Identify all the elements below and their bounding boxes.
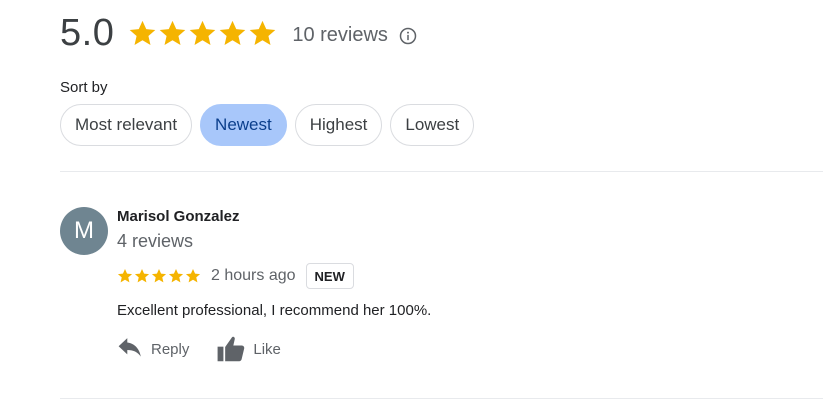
like-button[interactable]: Like bbox=[217, 336, 281, 362]
sort-chip-lowest[interactable]: Lowest bbox=[390, 104, 475, 146]
star-icon bbox=[151, 269, 167, 283]
review-meta: 2 hours ago NEW bbox=[117, 263, 354, 289]
review-stars bbox=[117, 268, 202, 284]
rating-summary: 5.0 10 reviews bbox=[60, 12, 417, 55]
sort-label: Sort by bbox=[60, 79, 108, 96]
star-icon bbox=[130, 20, 156, 45]
like-label: Like bbox=[253, 340, 281, 358]
divider bbox=[60, 398, 823, 399]
info-icon[interactable] bbox=[399, 27, 417, 45]
star-icon bbox=[160, 20, 186, 45]
avatar[interactable]: M bbox=[60, 207, 108, 255]
new-badge: NEW bbox=[305, 263, 354, 289]
divider bbox=[60, 171, 823, 172]
star-icon bbox=[134, 269, 150, 283]
sort-chip-newest[interactable]: Newest bbox=[200, 104, 287, 146]
sort-options: Most relevant Newest Highest Lowest bbox=[60, 104, 482, 146]
average-rating-stars bbox=[128, 19, 278, 48]
reply-label: Reply bbox=[151, 340, 190, 358]
sort-chip-most-relevant[interactable]: Most relevant bbox=[60, 104, 193, 146]
reviewer-name[interactable]: Marisol Gonzalez bbox=[117, 208, 240, 225]
average-rating: 5.0 bbox=[60, 12, 115, 54]
thumbs-up-icon bbox=[217, 336, 245, 362]
sort-chip-highest[interactable]: Highest bbox=[294, 104, 383, 146]
reviewer-review-count: 4 reviews bbox=[117, 231, 194, 251]
star-icon bbox=[250, 20, 276, 45]
reply-icon bbox=[118, 338, 141, 357]
star-icon bbox=[190, 20, 216, 45]
star-icon bbox=[168, 269, 184, 283]
review-time: 2 hours ago bbox=[211, 267, 296, 284]
reply-button[interactable]: Reply bbox=[117, 338, 189, 360]
star-icon bbox=[220, 20, 246, 45]
review-actions: Reply Like bbox=[117, 336, 309, 362]
total-review-count: 10 reviews bbox=[292, 24, 388, 46]
star-icon bbox=[185, 269, 201, 283]
star-icon bbox=[117, 269, 133, 283]
review-text: Excellent professional, I recommend her … bbox=[117, 302, 432, 319]
